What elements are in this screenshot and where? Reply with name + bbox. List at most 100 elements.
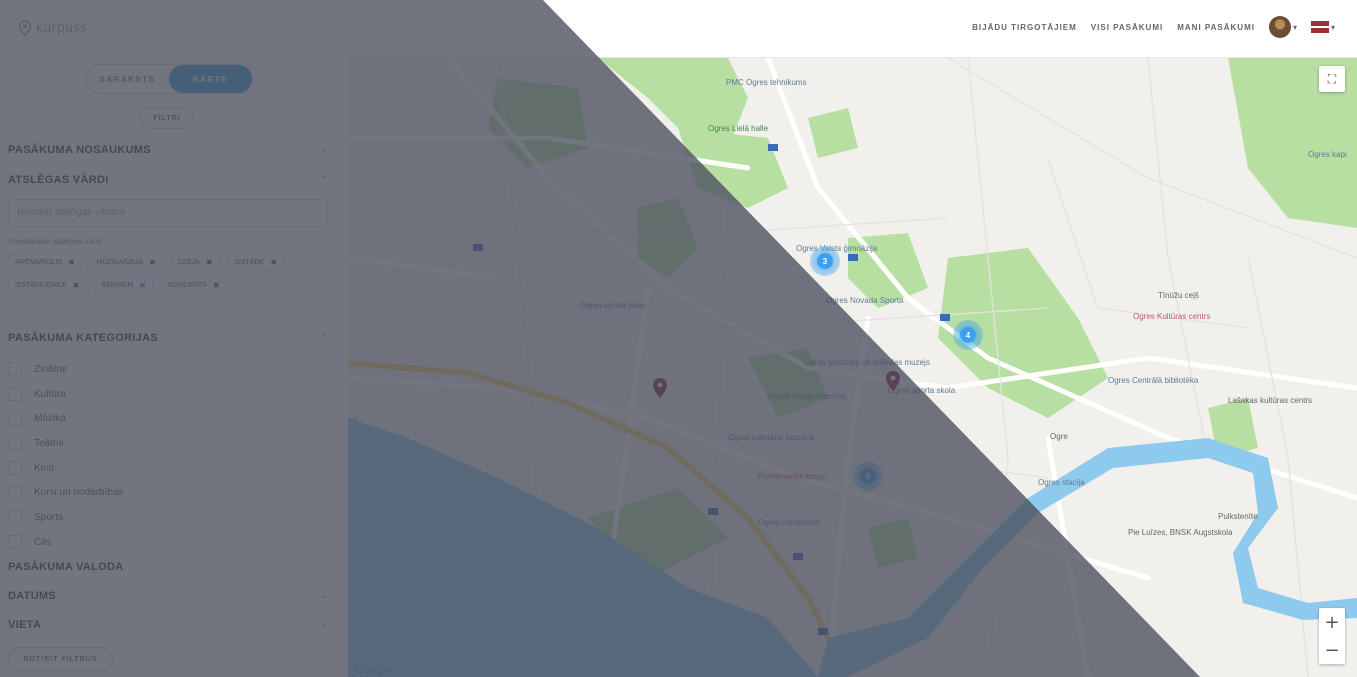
tag-label: DZEJA [177, 259, 200, 266]
map-poi-label[interactable]: Ogres sporta halle [580, 301, 645, 310]
map-poi-label[interactable]: Ogres kapi [1308, 150, 1347, 159]
map-poi-label[interactable]: Ogres stacija [1038, 478, 1085, 487]
category-checkbox-cinema[interactable]: Kino [8, 456, 124, 481]
chevron-down-icon: ⌄ [320, 619, 328, 629]
zoom-in-button[interactable]: + [1319, 608, 1345, 636]
checkbox[interactable] [8, 535, 22, 550]
tag-label: MŪZIKA/DEJA [96, 259, 144, 266]
map-poi-label[interactable]: Ogres Vēstures un mākslas muzejs [804, 358, 930, 367]
chevron-down-icon: ▾ [1330, 22, 1335, 32]
map-poi-label[interactable]: Ogres Katoļu baznīca [768, 392, 845, 401]
keywords-input[interactable]: Ievadiet atslēgas vārdus [8, 199, 328, 227]
section-title: PASĀKUMA VALODA [8, 561, 124, 573]
map-poi-label[interactable]: PMC Ogres tehnikums [726, 78, 806, 87]
category-checkbox-other[interactable]: Cits [8, 530, 124, 555]
keyword-tag[interactable]: KONCERTS ✖ [161, 277, 227, 294]
latvia-flag-icon [1310, 21, 1329, 33]
tag-label: IZSTĀDE [234, 259, 265, 266]
chevron-down-icon: ⌄ [320, 590, 328, 600]
category-label: Teātris [34, 437, 64, 449]
map-view[interactable]: PMC Ogres tehnikums Ogres Lielā halle Og… [348, 58, 1357, 677]
map-poi-label[interactable]: Ogres Lielā halle [708, 124, 768, 133]
event-marker-pin-icon[interactable] [653, 378, 667, 398]
keyword-tag[interactable]: IZSTĀDE/DAILE ✖ [8, 277, 87, 294]
map-poi-label[interactable]: Pie Luīzes, BNSK Augstskola [1128, 528, 1233, 537]
category-checkbox-music[interactable]: Mūzika [8, 406, 124, 431]
category-checkbox-courses[interactable]: Kursi un nodarbības [8, 480, 124, 505]
user-menu[interactable]: ▾ [1268, 16, 1297, 38]
map-poi-label[interactable]: Ogres Kultūras centrs [1133, 312, 1210, 321]
category-label: Kultūra [34, 388, 66, 400]
category-checkbox-culture[interactable]: Kultūra [8, 382, 124, 407]
nav-link-my-events[interactable]: MANI PASĀKUMI [1177, 23, 1255, 32]
fullscreen-button[interactable]: ⛶ [1319, 66, 1345, 92]
category-checkbox-theatre[interactable]: Teātris [8, 431, 124, 456]
section-title: VIETA [8, 619, 42, 631]
view-toggle-list[interactable]: SARAKSTS [86, 65, 169, 93]
checkbox[interactable] [8, 510, 22, 525]
map-poi-label[interactable]: Ogre [1050, 432, 1068, 441]
filters-button[interactable]: FILTRI [140, 107, 194, 129]
checkbox[interactable] [8, 362, 22, 377]
map-poi-label[interactable]: Tīnūžu ceļš [1158, 291, 1199, 300]
nav-link-merchants[interactable]: BIJĀDU TIRGOTĀJIEM [972, 23, 1077, 32]
section-event-name[interactable]: PASĀKUMA NOSAUKUMS ⌄ [8, 144, 328, 160]
map-poi-label[interactable]: Pulkstenīte [1218, 512, 1258, 521]
close-icon[interactable]: ✖ [149, 258, 156, 267]
map-poi-label[interactable]: Ogres Novada Sporta [826, 296, 903, 305]
filter-sidebar: SARAKSTS KARTE FILTRI PASĀKUMA NOSAUKUMS… [0, 58, 348, 677]
map-pin-icon [18, 20, 32, 36]
category-label: Kursi un nodarbības [34, 487, 124, 499]
close-icon[interactable]: ✖ [213, 281, 220, 290]
close-icon[interactable]: ✖ [73, 281, 80, 290]
map-poi-label[interactable]: Lašakas kultūras centrs [1228, 396, 1312, 405]
map-cluster-marker[interactable]: 4 [953, 320, 983, 350]
keyword-tags: ARĒNA/ROLIS ✖ MŪZIKA/DEJA ✖ DZEJA ✖ IZSTĀDE… [8, 254, 332, 294]
category-checkbox-sports[interactable]: Sports [8, 505, 124, 530]
language-switcher[interactable]: ▾ [1310, 21, 1335, 33]
tag-label: ARĒNA/ROLIS [15, 259, 63, 266]
checkbox[interactable] [8, 461, 22, 476]
close-icon[interactable]: ✖ [206, 258, 213, 267]
nav-link-all-events[interactable]: VISI PASĀKUMI [1091, 23, 1163, 32]
checkbox[interactable] [8, 411, 22, 426]
tag-label: BĒRNIEM [101, 282, 134, 289]
category-checkbox-science[interactable]: Zinātne [8, 357, 124, 382]
map-poi-label[interactable]: Promenādes krogs [758, 472, 825, 481]
section-date[interactable]: DATUMS ⌄ [8, 590, 328, 606]
map-poi-label[interactable]: Ogres Luterāņu baznīca [728, 433, 814, 442]
zoom-out-button[interactable]: − [1319, 636, 1345, 664]
chevron-up-icon: ⌃ [320, 174, 328, 184]
map-poi-label[interactable]: Ogres vidusskola [758, 518, 819, 527]
logo-text: kurpuss [36, 20, 87, 36]
checkbox[interactable] [8, 387, 22, 402]
keyword-tag[interactable]: DZEJA ✖ [170, 254, 220, 271]
keyword-tag[interactable]: BĒRNIEM ✖ [94, 277, 154, 294]
section-place[interactable]: VIETA ⌄ [8, 619, 328, 635]
logo[interactable]: kurpuss [18, 20, 87, 36]
section-language[interactable]: PASĀKUMA VALODA ⌄ [8, 561, 328, 577]
chevron-up-icon: ⌃ [320, 332, 328, 342]
event-marker-pin-icon[interactable] [886, 371, 900, 391]
keyword-tag[interactable]: MŪZIKA/DEJA ✖ [89, 254, 163, 271]
view-toggle-map[interactable]: KARTE [169, 65, 252, 93]
keyword-tag[interactable]: ARĒNA/ROLIS ✖ [8, 254, 82, 271]
keyword-tag[interactable]: IZSTĀDE ✖ [227, 254, 284, 271]
checkbox[interactable] [8, 485, 22, 500]
close-icon[interactable]: ✖ [68, 258, 75, 267]
checkbox[interactable] [8, 436, 22, 451]
section-keywords[interactable]: ATSLĒGAS VĀRDI ⌃ [8, 174, 328, 190]
close-icon[interactable]: ✖ [270, 258, 277, 267]
category-label: Kino [34, 462, 55, 474]
map-poi-label[interactable]: Ogres Centrālā bibliotēka [1108, 376, 1198, 385]
category-label: Cits [34, 536, 52, 548]
map-cluster-marker[interactable]: 5 [853, 461, 883, 491]
section-title: DATUMS [8, 590, 57, 602]
close-icon[interactable]: ✖ [139, 281, 146, 290]
map-cluster-marker[interactable]: 3 [810, 246, 840, 276]
main-nav: BIJĀDU TIRGOTĀJIEM VISI PASĀKUMI MANI PA… [972, 16, 1335, 38]
popular-keywords-label: Populārākie atslēgas vārdi [8, 237, 102, 246]
category-label: Sports [34, 511, 63, 523]
section-categories[interactable]: PASĀKUMA KATEGORIJAS ⌃ [8, 332, 328, 348]
clear-filters-button[interactable]: NOTĪRĪT FILTRUS [8, 647, 113, 671]
